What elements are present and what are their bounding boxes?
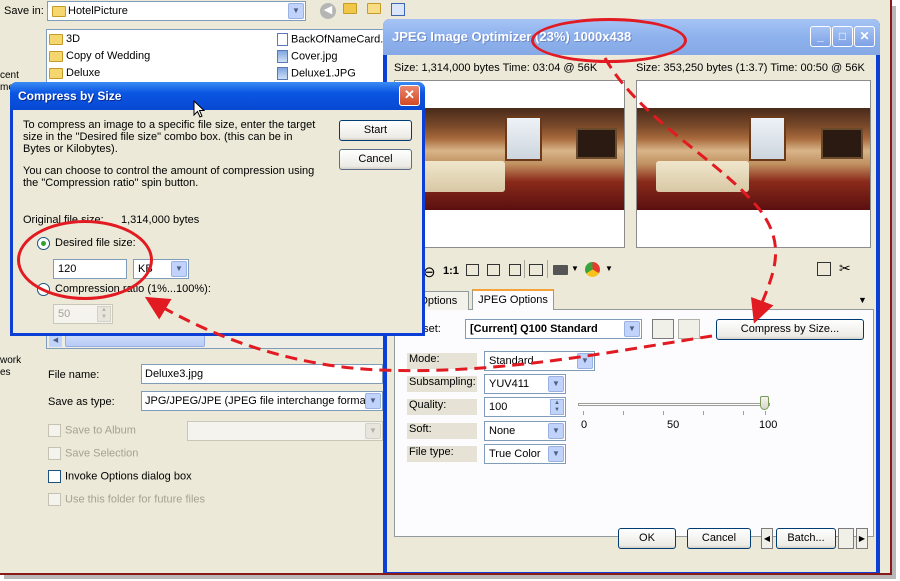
screenshot-frame: Save in: HotelPicture ▼ ◀ 3D Copy of Wed… [0, 0, 892, 575]
arrow-to-compress-button [603, 57, 778, 324]
arrow-to-compress-dialog [144, 296, 713, 373]
annotation-arrows [144, 57, 778, 373]
